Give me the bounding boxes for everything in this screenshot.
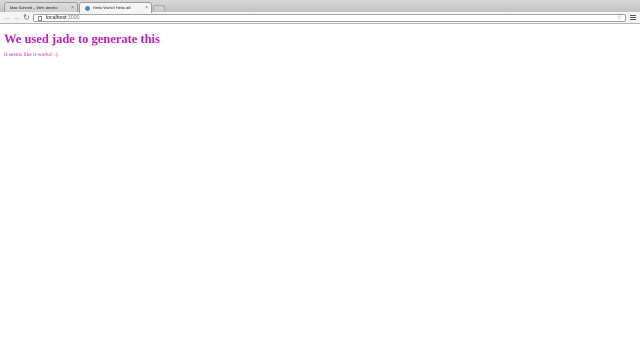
tab-label: Hello World! Hello all! xyxy=(93,5,132,10)
reload-icon[interactable]: ↻ xyxy=(22,13,31,22)
forward-icon[interactable]: → xyxy=(12,13,21,22)
tab-strip: Max Schmitt – Web develo × Hello World! … xyxy=(0,0,640,33)
bookmark-star-icon[interactable]: ☆ xyxy=(617,15,622,22)
tab-label: Max Schmitt – Web develo xyxy=(10,4,58,10)
toolbar: ← → ↻ localhost:3000 ☆ xyxy=(0,12,640,24)
page-content: We used jade to generate this It seems l… xyxy=(0,25,640,360)
address-text: localhost:3000 xyxy=(46,15,79,22)
browser-window: Max Schmitt – Web develo × Hello World! … xyxy=(0,0,640,360)
page-paragraph: It seems like it works! :) xyxy=(4,52,58,58)
back-icon[interactable]: ← xyxy=(3,13,12,22)
address-host: localhost xyxy=(46,15,67,21)
close-icon[interactable]: × xyxy=(145,4,148,12)
close-icon[interactable]: × xyxy=(71,4,74,12)
web-icon xyxy=(85,5,90,11)
tab-max-schmitt[interactable]: Max Schmitt – Web develo × xyxy=(4,2,78,33)
new-tab-button[interactable] xyxy=(153,5,165,11)
address-port: :3000 xyxy=(66,15,80,21)
page-heading: We used jade to generate this xyxy=(4,32,160,46)
menu-icon[interactable] xyxy=(630,15,636,21)
page-icon xyxy=(38,16,42,21)
address-bar[interactable]: localhost:3000 ☆ xyxy=(33,14,626,22)
tab-hello-world[interactable]: Hello World! Hello all! × xyxy=(79,2,152,13)
